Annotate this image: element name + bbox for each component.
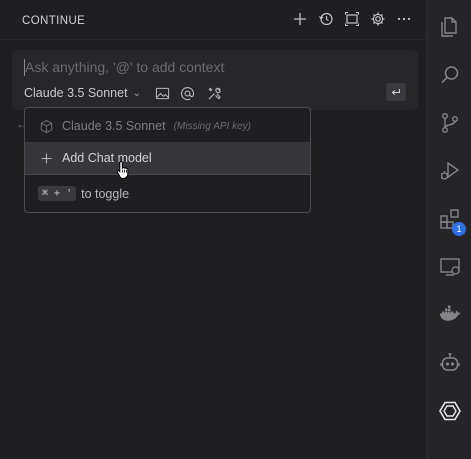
continue-panel: CONTINUE Ask anything, '@' to add contex… bbox=[0, 0, 426, 459]
extensions-badge: 1 bbox=[452, 222, 466, 236]
plus-icon[interactable] bbox=[292, 11, 308, 27]
run-debug-icon[interactable] bbox=[427, 154, 471, 188]
plus-icon bbox=[38, 152, 54, 165]
input-toolbar: Claude 3.5 Sonnet ⌄ bbox=[24, 85, 223, 101]
fullscreen-icon[interactable] bbox=[344, 11, 360, 27]
remote-explorer-icon[interactable] bbox=[427, 250, 471, 284]
missing-api-key-note: (Missing API key) bbox=[173, 120, 251, 132]
gear-icon[interactable] bbox=[370, 11, 386, 27]
hand-cursor-icon bbox=[116, 160, 129, 179]
history-icon[interactable] bbox=[318, 11, 334, 27]
model-option-claude[interactable]: Claude 3.5 Sonnet (Missing API key) bbox=[25, 110, 310, 142]
dropdown-footer: ⌘ + ' to toggle bbox=[38, 186, 129, 201]
extensions-icon[interactable]: 1 bbox=[427, 202, 471, 236]
activity-bar: 1 bbox=[426, 0, 471, 459]
add-chat-model-option[interactable]: Add Chat model bbox=[25, 142, 310, 174]
model-dropdown: Claude 3.5 Sonnet (Missing API key) Add … bbox=[24, 107, 311, 213]
at-sign-icon[interactable] bbox=[180, 85, 196, 101]
search-icon[interactable] bbox=[427, 58, 471, 92]
model-option-label: Claude 3.5 Sonnet bbox=[62, 119, 166, 133]
tools-icon[interactable] bbox=[207, 85, 223, 101]
chevron-down-icon: ⌄ bbox=[132, 87, 141, 99]
add-chat-model-label: Add Chat model bbox=[62, 151, 152, 165]
panel-header: CONTINUE bbox=[0, 0, 426, 40]
source-control-icon[interactable] bbox=[427, 106, 471, 140]
continue-icon[interactable] bbox=[427, 394, 471, 428]
enter-icon[interactable] bbox=[386, 83, 406, 101]
docker-icon[interactable] bbox=[427, 298, 471, 332]
cube-icon bbox=[38, 119, 54, 134]
chat-input[interactable]: Ask anything, '@' to add context Claude … bbox=[12, 50, 418, 110]
panel-title: CONTINUE bbox=[22, 15, 86, 27]
dropdown-divider bbox=[25, 174, 310, 175]
copilot-icon[interactable] bbox=[427, 346, 471, 380]
more-icon[interactable] bbox=[396, 11, 412, 27]
model-selector[interactable]: Claude 3.5 Sonnet ⌄ bbox=[24, 86, 141, 100]
shortcut-key: ⌘ + ' bbox=[38, 186, 77, 201]
header-toolbar bbox=[292, 11, 412, 27]
image-icon[interactable] bbox=[155, 85, 171, 101]
explorer-icon[interactable] bbox=[427, 10, 471, 44]
model-selector-label: Claude 3.5 Sonnet bbox=[24, 86, 128, 100]
input-placeholder: Ask anything, '@' to add context bbox=[25, 59, 225, 75]
toggle-hint: to toggle bbox=[81, 186, 130, 201]
